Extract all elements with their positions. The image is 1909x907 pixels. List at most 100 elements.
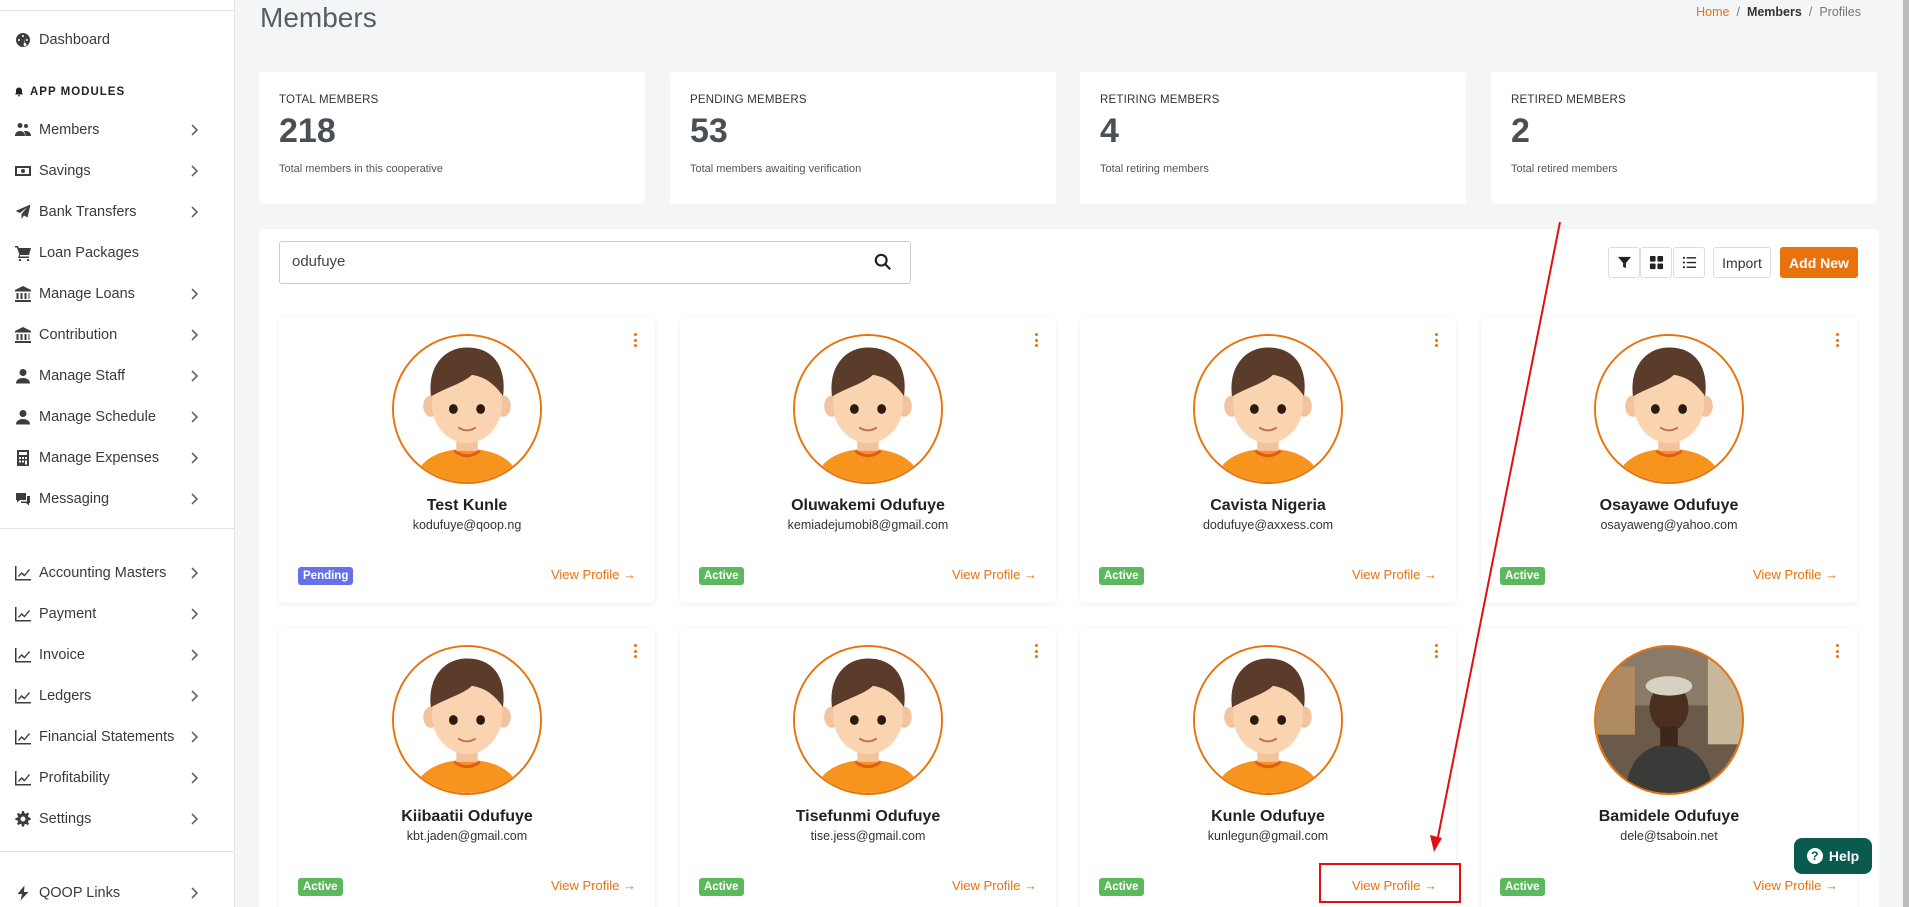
kebab-menu-icon[interactable] xyxy=(1032,333,1040,351)
sidebar-item-contribution[interactable]: Contribution xyxy=(0,317,235,353)
chevron-right-icon xyxy=(187,771,201,785)
kebab-menu-icon[interactable] xyxy=(1432,333,1440,351)
stat-card-retiring-members: RETIRING MEMBERS 4 Total retiring member… xyxy=(1080,72,1466,204)
breadcrumb-home-link[interactable]: Home xyxy=(1696,5,1729,19)
chevron-right-icon xyxy=(187,648,201,662)
status-badge: Active xyxy=(1500,878,1545,896)
chevron-right-icon xyxy=(187,287,201,301)
member-name: Oluwakemi Odufuye xyxy=(791,497,945,514)
scrollbar-thumb[interactable] xyxy=(1903,0,1909,907)
view-profile-link[interactable]: View Profile → xyxy=(551,878,636,893)
sidebar-item-dashboard[interactable]: Dashboard xyxy=(0,22,235,58)
member-name: Test Kunle xyxy=(426,497,508,514)
kebab-menu-icon[interactable] xyxy=(1432,644,1440,662)
kebab-menu-icon[interactable] xyxy=(631,333,639,351)
status-badge: Pending xyxy=(298,567,354,585)
filter-icon xyxy=(1617,256,1631,269)
search-input[interactable] xyxy=(292,253,852,270)
chevron-right-icon xyxy=(187,451,201,465)
filter-button[interactable] xyxy=(1608,247,1640,278)
sidebar-top-divider xyxy=(0,10,235,11)
kebab-menu-icon[interactable] xyxy=(1833,644,1841,662)
gear-icon xyxy=(14,810,32,828)
dashboard-icon xyxy=(14,31,32,49)
bell-icon xyxy=(15,87,23,97)
member-name: Kiibaatii Odufuye xyxy=(401,808,533,825)
sidebar-item-manage-staff[interactable]: Manage Staff xyxy=(0,358,235,394)
money-icon xyxy=(14,162,32,180)
sidebar-item-accounting-masters[interactable]: Accounting Masters xyxy=(0,555,235,591)
member-card: Tisefunmi Odufuye tise.jess@gmail.com Acti… xyxy=(680,628,1056,907)
sidebar-item-manage-expenses[interactable]: Manage Expenses xyxy=(0,440,235,476)
member-name: Cavista Nigeria xyxy=(1210,497,1326,514)
view-profile-link[interactable]: View Profile → xyxy=(952,878,1037,893)
user-icon xyxy=(14,408,32,426)
sidebar-item-manage-loans[interactable]: Manage Loans xyxy=(0,276,235,312)
chevron-right-icon xyxy=(187,164,201,178)
status-badge: Active xyxy=(699,567,744,585)
sidebar-item-profitability[interactable]: Profitability xyxy=(0,760,235,796)
sidebar-item-bank-transfers[interactable]: Bank Transfers xyxy=(0,194,235,230)
stat-card-retired-members: RETIRED MEMBERS 2 Total retired members xyxy=(1491,72,1877,204)
stat-value: 2 xyxy=(1511,112,1530,150)
sidebar-item-members[interactable]: Members xyxy=(0,112,235,148)
add-new-button[interactable]: Add New xyxy=(1780,247,1858,278)
chevron-right-icon xyxy=(187,123,201,137)
search-icon[interactable] xyxy=(874,253,894,273)
sidebar-item-qoop-links[interactable]: QOOP Links xyxy=(0,875,235,907)
sidebar-item-settings[interactable]: Settings xyxy=(0,801,235,837)
chart-icon xyxy=(14,564,32,582)
member-name: Kunle Odufuye xyxy=(1211,808,1325,825)
sidebar-item-label: Ledgers xyxy=(39,688,92,704)
member-card: Oluwakemi Odufuye kemiadejumobi8@gmail.co… xyxy=(680,317,1056,603)
sidebar-item-messaging[interactable]: Messaging xyxy=(0,481,235,517)
question-icon: ? xyxy=(1806,848,1823,864)
avatar xyxy=(1193,334,1343,484)
import-button[interactable]: Import xyxy=(1713,247,1771,278)
comments-icon xyxy=(14,490,32,508)
chevron-right-icon xyxy=(187,328,201,342)
view-profile-link[interactable]: View Profile → xyxy=(1753,878,1838,893)
stat-description: Total retiring members xyxy=(1100,163,1209,175)
sidebar-divider xyxy=(0,528,235,529)
member-card: Kiibaatii Odufuye kbt.jaden@gmail.com Acti… xyxy=(279,628,655,907)
member-photo xyxy=(1594,645,1744,795)
view-profile-link[interactable]: View Profile → xyxy=(952,567,1037,582)
kebab-menu-icon[interactable] xyxy=(1032,644,1040,662)
stat-value: 218 xyxy=(279,112,336,150)
chart-icon xyxy=(14,646,32,664)
sidebar-item-financial-statements[interactable]: Financial Statements xyxy=(0,719,235,755)
member-email: tise.jess@gmail.com xyxy=(810,829,926,843)
chevron-right-icon xyxy=(187,369,201,383)
chevron-right-icon xyxy=(187,492,201,506)
sidebar-item-ledgers[interactable]: Ledgers xyxy=(0,678,235,714)
sidebar-item-label: QOOP Links xyxy=(39,885,121,901)
stat-label: TOTAL MEMBERS xyxy=(279,94,379,106)
breadcrumb-separator: / xyxy=(1808,5,1813,19)
breadcrumb-members[interactable]: Members xyxy=(1747,5,1802,19)
sidebar-item-label: Members xyxy=(39,122,100,138)
sidebar-item-label: Manage Loans xyxy=(39,286,135,302)
sidebar-item-savings[interactable]: Savings xyxy=(0,153,235,189)
chart-icon xyxy=(14,769,32,787)
help-button[interactable]: ? Help xyxy=(1794,838,1872,874)
member-card: Osayawe Odufuye osayaweng@yahoo.com Active… xyxy=(1481,317,1857,603)
kebab-menu-icon[interactable] xyxy=(1833,333,1841,351)
kebab-menu-icon[interactable] xyxy=(631,644,639,662)
avatar xyxy=(793,645,943,795)
view-profile-link[interactable]: View Profile → xyxy=(551,567,636,582)
page-scrollbar[interactable] xyxy=(1903,0,1909,907)
grid-view-button[interactable] xyxy=(1640,247,1672,278)
list-view-button[interactable] xyxy=(1673,247,1705,278)
sidebar-item-invoice[interactable]: Invoice xyxy=(0,637,235,673)
bank-icon xyxy=(14,285,32,303)
sidebar-item-loan-packages[interactable]: Loan Packages xyxy=(0,235,235,271)
sidebar: Dashboard APP MODULES Members Savings Bank… xyxy=(0,0,235,907)
app-modules-heading: APP MODULES xyxy=(14,86,125,98)
stat-label: PENDING MEMBERS xyxy=(690,94,807,106)
view-profile-link[interactable]: View Profile → xyxy=(1352,567,1437,582)
sidebar-item-payment[interactable]: Payment xyxy=(0,596,235,632)
view-profile-link[interactable]: View Profile → xyxy=(1753,567,1838,582)
member-card: Cavista Nigeria dodufuye@axxess.com Active… xyxy=(1080,317,1456,603)
sidebar-item-manage-schedule[interactable]: Manage Schedule xyxy=(0,399,235,435)
